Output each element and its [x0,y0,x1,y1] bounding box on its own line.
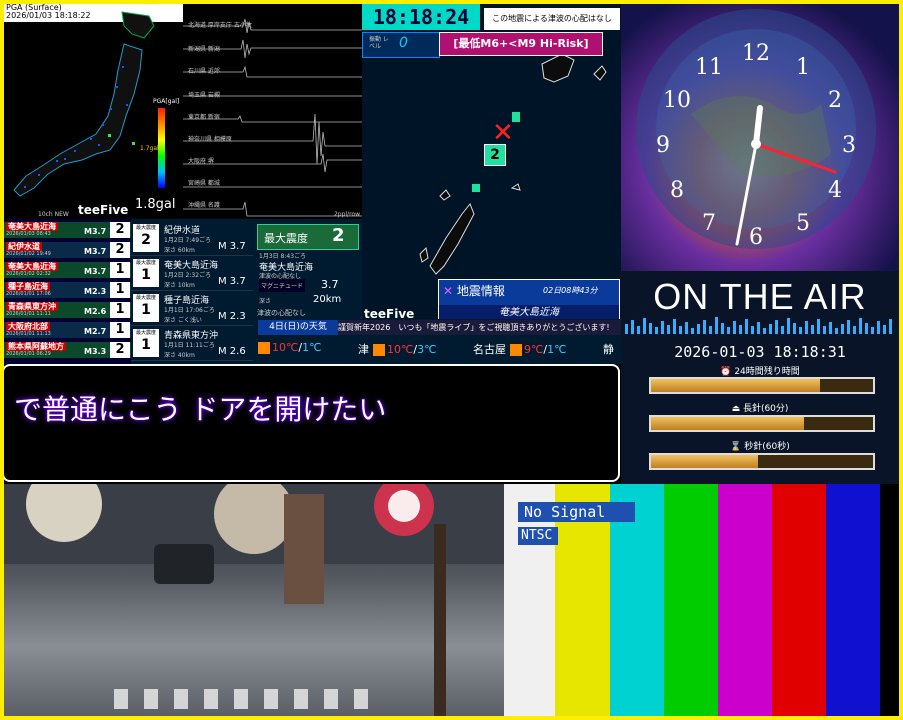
tsunami-notice: この地震による津波の心配はなし [484,8,620,30]
weather-city: 10℃/1℃ [258,341,321,361]
color-bar [826,484,880,716]
bar-label: ⏰ 24時間残り時間 [720,367,800,377]
color-bar [880,484,899,716]
on-air-title: ON THE AIR [653,276,867,317]
numeral-12: 12 [742,41,770,66]
sunny-icon [258,342,270,354]
bar-label: ⌛ 秒針(60秒) [730,442,790,452]
clock-center [751,139,761,149]
intensity-badge: 最大震度 1 [133,329,159,357]
clock-display: 18:18:24 [362,4,480,30]
street-camera-feed [4,484,504,716]
numeral-8: 8 [670,178,684,203]
hour-hand [753,105,763,147]
list-item: 奄美大島近海 2026/01/02 02:32 M3.7 1 [4,262,131,278]
numeral-1: 1 [796,55,810,80]
earthquake-history-list: 奄美大島近海 2026/01/03 08:43 M3.7 2 紀伊水道 2026… [4,219,131,364]
intensity-badge: 最大震度 1 [133,294,159,322]
numeral-7: 7 [702,211,716,236]
weather-city: 静 [603,343,614,356]
risk-banner: [最低M6+<M9 Hi-Risk] [439,32,603,56]
earthquake-info-box: ✕ 地震情報 02日08時43分 奄美大島近海 [438,279,620,319]
list-item: 青森県東方沖 2026/01/01 11:11 M2.6 1 [4,302,131,318]
weather-header: 4日(日)の天気 [258,320,338,335]
ntsc-label: NTSC [518,527,558,545]
brand-logo: teeFive [78,203,129,217]
color-bar [772,484,826,716]
numeral-5: 5 [796,211,810,236]
list-item: 熊本県阿蘇地方 2026/01/01 06:29 M3.3 2 [4,342,131,358]
color-bar [664,484,718,716]
progress-fill [651,379,820,392]
brand-logo: teeFive [364,307,415,319]
numeral-9: 9 [656,133,670,158]
list-item: 最大震度 1 種子島近海 1月1日 17:06ごろ 深さ ごく浅い M 2.3 [131,291,253,326]
bar-label: ⏏ 長針(60分) [731,404,789,414]
weather-city: 名古屋 9℃/1℃ [473,343,567,356]
color-bar [718,484,772,716]
on-air-panel: ON THE AIR 2026-01-03 18:18:31 ⏰ 24時間残り時… [621,271,899,484]
news-ticker: 謹賀新年2026 いつも「地震ライブ」をご視聴頂きありがとうございます! [338,320,621,335]
subtitle-box: で普通にこう ドアを開けたい [2,364,620,482]
intensity-badge: 最大震度 1 [133,259,159,287]
numeral-6: 6 [749,225,763,250]
on-air-datetime: 2026-01-03 18:18:31 [674,343,846,361]
list-item: 紀伊水道 2026/01/02 19:49 M3.7 2 [4,242,131,258]
progress-fill [651,417,805,430]
subtitle-text: で普通にこう ドアを開けたい [14,393,387,426]
close-x-icon: ✕ [443,284,454,298]
numeral-4: 4 [828,178,842,203]
sunny-icon [373,344,385,356]
numeral-11: 11 [695,55,723,80]
camera-image [4,484,504,716]
waveform-panel: 北海道 厚岸支庁 古小牧 新潟県 新潟 石川県 近郊 埼玉県 岩槻 東京都 新宿… [183,4,362,219]
intensity-badge: 最大震度 2 [133,224,159,252]
intensity-marker: 2 [484,144,506,166]
list-item: 大阪府北部 2026/01/01 11:13 M2.7 1 [4,322,131,338]
seismic-intensity-map: PGA (Surface) 2026/01/03 18:18:22 PGA[ga… [4,4,183,219]
max-intensity-panel: 最大震度 2 1月3日 8:43ごろ 奄美大島近海 津波の心配なし マグニチュー… [253,219,362,319]
no-signal-label: No Signal [518,502,635,522]
weather-row: 10℃/1℃ 津 10℃/3℃ 名古屋 9℃/1℃ 静 [258,341,621,361]
progress-fill [651,455,758,468]
clock-face: 12 1 2 3 4 5 6 7 8 9 10 11 [636,9,876,250]
list-item: 種子島近海 2026/01/01 17:06 M2.3 1 [4,282,131,298]
japan-map-graphic [13,11,155,197]
sunny-icon [510,344,522,356]
analog-clock-panel: 12 1 2 3 4 5 6 7 8 9 10 11 [621,4,899,271]
numeral-10: 10 [663,88,691,113]
numeral-3: 3 [842,133,856,158]
pga-value: 1.8gal [135,197,176,212]
audio-equalizer [625,317,892,334]
weather-city: 津 10℃/3℃ [358,343,437,356]
numeral-2: 2 [828,88,842,113]
shake-level-box: 振動 レベル 0 [362,32,440,58]
weather-strip: 4日(日)の天気 謹賀新年2026 いつも「地震ライブ」をご視聴頂きありがとうご… [253,319,621,364]
earthquake-detail-cards: 最大震度 2 紀伊水道 1月2日 7:49ごろ 深さ 60km M 3.7 最大震… [131,219,253,364]
list-item: 最大震度 1 青森県東方沖 1月1日 11:11ごろ 深さ 40km M 2.6 [131,326,253,361]
progress-bar-24h [649,377,875,394]
list-item: 最大震度 2 紀伊水道 1月2日 7:49ごろ 深さ 60km M 3.7 [131,221,253,256]
max-intensity-title: 最大震度 2 [257,224,359,250]
progress-bar-second [649,453,875,470]
pga-color-legend [158,108,165,188]
progress-bar-minute [649,415,875,432]
epicenter-map: 18:18:24 この地震による津波の心配はなし 振動 レベル 0 [最低M6+… [362,4,621,319]
list-item: 最大震度 1 奄美大島近海 1月2日 2:32ごろ 深さ 10km M 3.7 [131,256,253,291]
list-item: 奄美大島近海 2026/01/03 08:43 M3.7 2 [4,222,131,238]
no-signal-color-bars: No Signal NTSC [504,484,899,716]
